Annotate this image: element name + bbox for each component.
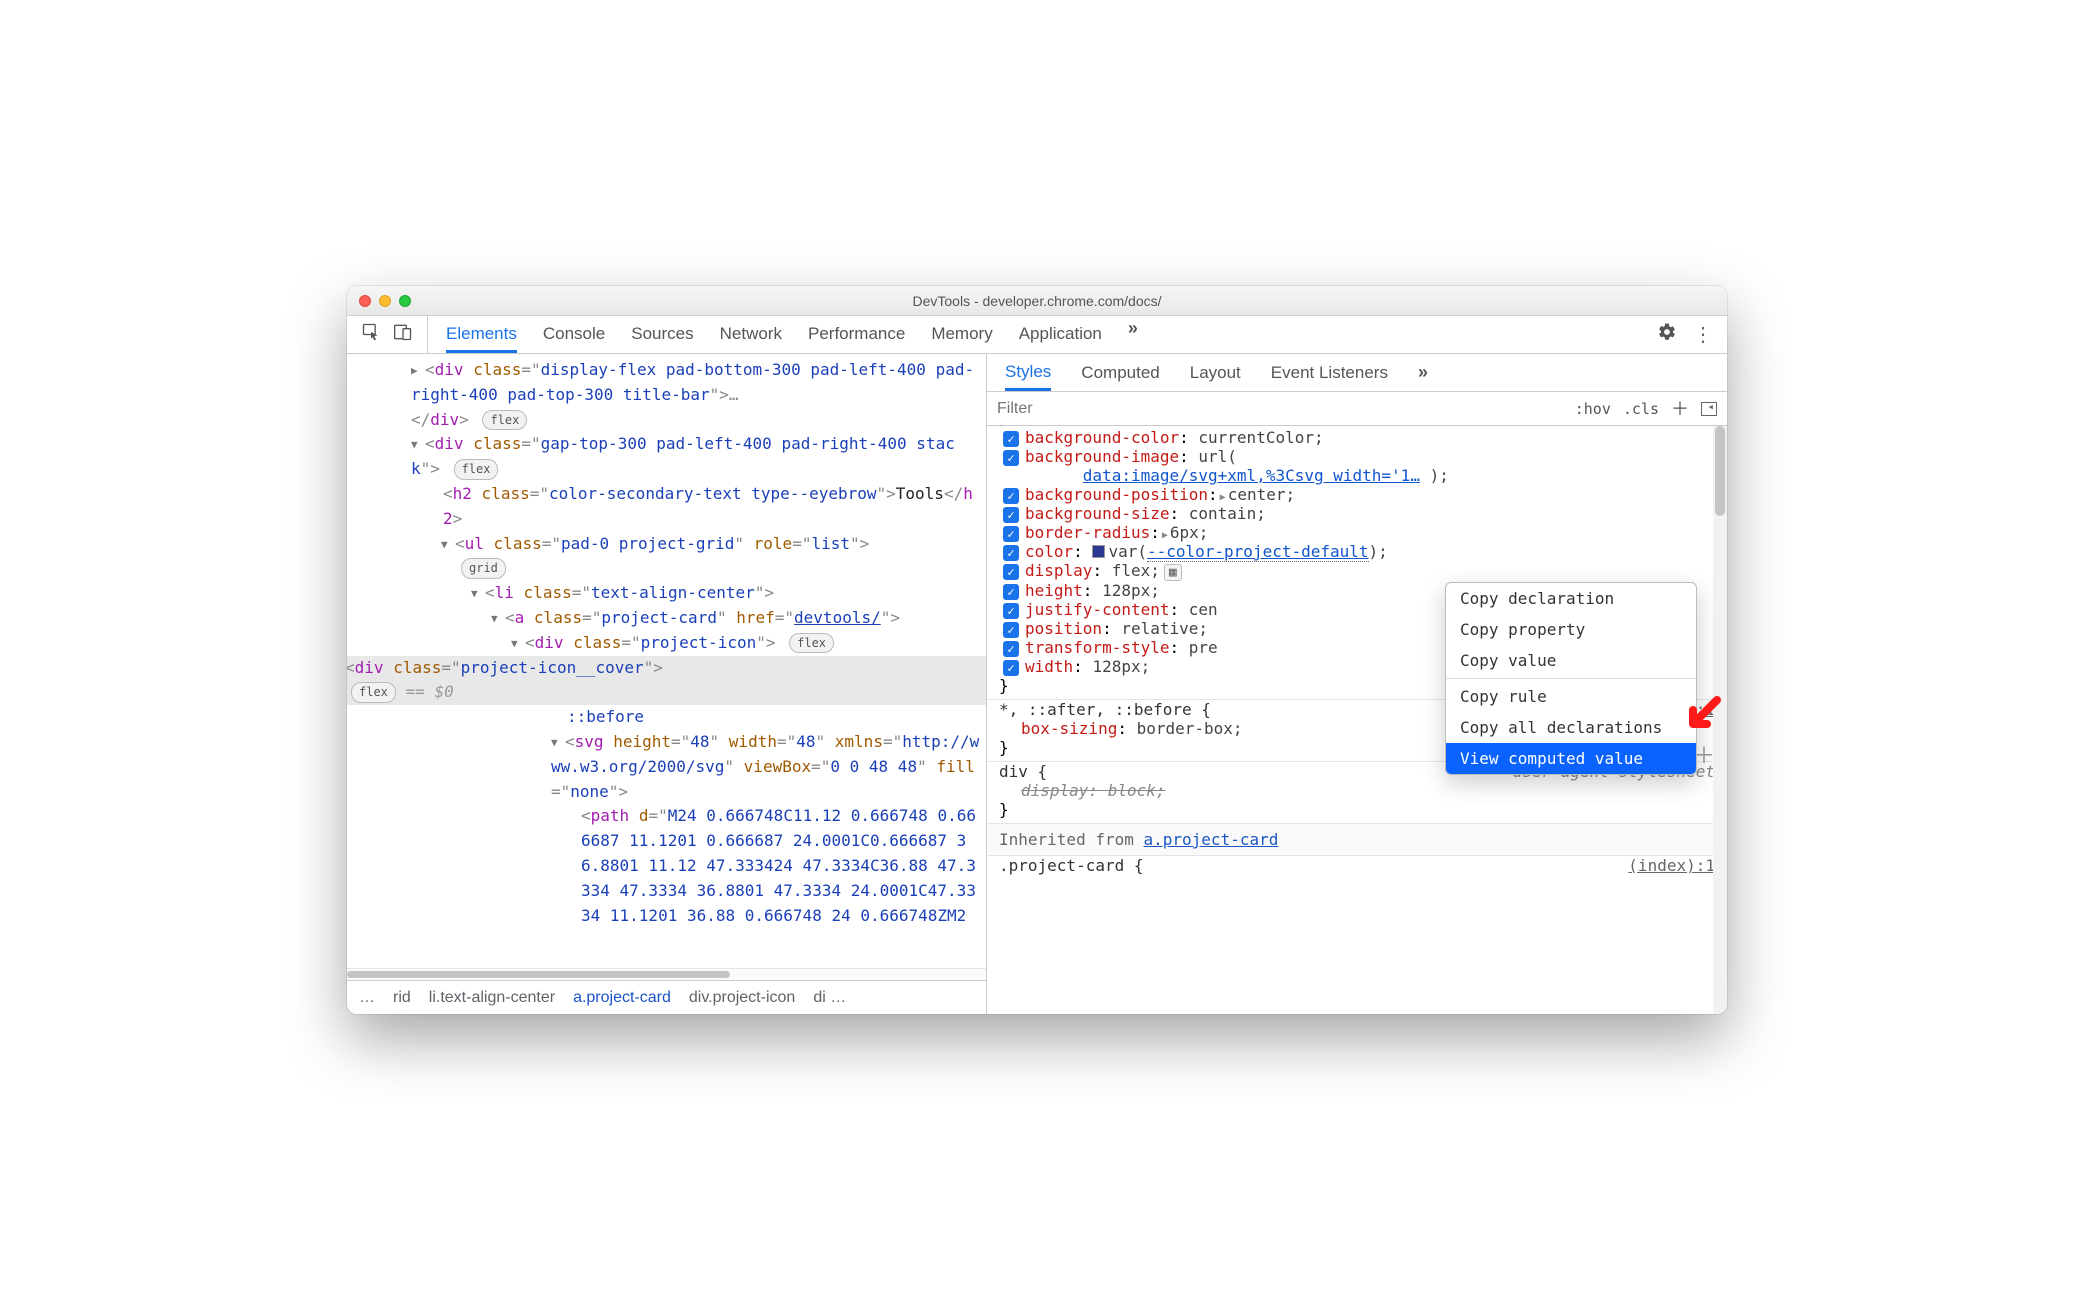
enable-checkbox[interactable] [1003,526,1019,542]
breadcrumb-item[interactable]: … [359,989,375,1007]
tab-computed[interactable]: Computed [1081,357,1159,389]
ctx-copy-rule[interactable]: Copy rule [1446,681,1696,712]
devtools-window: DevTools - developer.chrome.com/docs/ El… [347,286,1727,1014]
breadcrumb[interactable]: … rid li.text-align-center a.project-car… [347,980,986,1014]
breadcrumb-item[interactable]: di … [813,989,846,1007]
ctx-copy-declaration[interactable]: Copy declaration [1446,583,1696,614]
device-toolbar-icon[interactable] [393,322,413,347]
dom-node[interactable]: ▼<svg height="48" width="48" xmlns="http… [363,730,980,804]
breadcrumb-item[interactable]: div.project-icon [689,989,795,1007]
enable-checkbox[interactable] [1003,450,1019,466]
dom-pseudo[interactable]: ::before [363,705,980,730]
css-declaration[interactable]: display: block; [999,781,1715,800]
breadcrumb-item[interactable]: rid [393,989,411,1007]
css-declaration[interactable]: background-color: currentColor; [999,428,1715,447]
tab-sources[interactable]: Sources [631,318,693,352]
dom-node-selected-meta: flex == $0 [347,680,986,705]
horizontal-scrollbar-thumb[interactable] [347,971,730,978]
dom-node[interactable]: ▼<div class="gap-top-300 pad-left-400 pa… [363,432,980,482]
titlebar: DevTools - developer.chrome.com/docs/ [347,286,1727,316]
inspect-element-icon[interactable] [361,322,381,347]
dom-tree[interactable]: ▶<div class="display-flex pad-bottom-300… [347,354,986,968]
kebab-menu-icon[interactable]: ⋮ [1693,322,1713,347]
settings-icon[interactable] [1657,322,1677,347]
rule-selector[interactable]: *, ::after, ::before { [999,700,1211,719]
ctx-copy-all-declarations[interactable]: Copy all declarations [1446,712,1696,743]
dom-node[interactable]: ▼<a class="project-card" href="devtools/… [363,606,980,631]
tab-network[interactable]: Network [720,318,782,352]
vertical-scrollbar-thumb[interactable] [1715,426,1725,516]
elements-panel: ▶<div class="display-flex pad-bottom-300… [347,354,987,1014]
enable-checkbox[interactable] [1003,545,1019,561]
enable-checkbox[interactable] [1003,641,1019,657]
tab-performance[interactable]: Performance [808,318,905,352]
horizontal-scrollbar[interactable] [347,968,986,980]
inherited-from-header: Inherited from a.project-card [987,824,1727,856]
enable-checkbox[interactable] [1003,660,1019,676]
dom-node[interactable]: ▼<li class="text-align-center"> [363,581,980,606]
main-toolbar: Elements Console Sources Network Perform… [347,316,1727,354]
enable-checkbox[interactable] [1003,584,1019,600]
dom-node-selected[interactable]: ⋯ ▼<div class="project-icon__cover"> [347,656,986,681]
ctx-separator [1446,678,1696,679]
flex-badge[interactable]: flex [351,682,396,703]
breadcrumb-item[interactable]: li.text-align-center [429,989,555,1007]
enable-checkbox[interactable] [1003,431,1019,447]
enable-checkbox[interactable] [1003,622,1019,638]
css-declaration[interactable]: color: var(--color-project-default); [999,542,1715,561]
new-rule-button[interactable]: ＋ [1671,395,1689,421]
dom-node-close[interactable]: </div> flex [363,408,980,433]
dom-node[interactable]: ▼<div class="project-icon"> flex [363,631,980,656]
flex-editor-icon[interactable]: ▦ [1164,564,1182,581]
color-swatch[interactable] [1092,545,1105,558]
dom-node[interactable]: ▼<ul class="pad-0 project-grid" role="li… [363,532,980,557]
css-declaration[interactable]: display: flex;▦ [999,561,1715,581]
rule-close: } [999,800,1715,819]
toggle-sidebar-icon[interactable] [1701,402,1717,416]
css-declaration[interactable]: border-radius:▶6px; [999,523,1715,542]
rule-selector[interactable]: div { [999,762,1047,781]
rule-selector[interactable]: .project-card { [999,856,1144,875]
ctx-view-computed-value[interactable]: View computed value [1446,743,1696,774]
more-side-tabs-button[interactable]: » [1418,362,1428,383]
context-menu: Copy declaration Copy property Copy valu… [1445,582,1697,775]
hov-toggle[interactable]: :hov [1575,400,1611,418]
dom-node[interactable]: <h2 class="color-secondary-text type--ey… [363,482,980,532]
tab-layout[interactable]: Layout [1190,357,1241,389]
more-tabs-button[interactable]: » [1128,318,1138,352]
enable-checkbox[interactable] [1003,507,1019,523]
vertical-scrollbar[interactable] [1713,426,1727,1014]
tab-console[interactable]: Console [543,318,605,352]
ctx-copy-value[interactable]: Copy value [1446,645,1696,676]
dom-node[interactable]: <path d="M24 0.666748C11.12 0.666748 0.6… [363,804,980,928]
breadcrumb-item[interactable]: a.project-card [573,989,671,1007]
tab-elements[interactable]: Elements [446,318,517,353]
css-declaration[interactable]: background-image: url( data:image/svg+xm… [999,447,1715,485]
grid-badge[interactable]: grid [461,558,506,579]
flex-badge[interactable]: flex [454,459,499,480]
flex-badge[interactable]: flex [482,410,527,431]
tab-memory[interactable]: Memory [931,318,992,352]
dom-node[interactable]: ▶<div class="display-flex pad-bottom-300… [363,358,980,408]
dollar-zero-hint: == $0 [406,682,454,701]
cls-toggle[interactable]: .cls [1623,400,1659,418]
styles-panel: Styles Computed Layout Event Listeners »… [987,354,1727,1014]
flex-badge[interactable]: flex [789,633,834,654]
tab-application[interactable]: Application [1019,318,1102,352]
ctx-copy-property[interactable]: Copy property [1446,614,1696,645]
tab-styles[interactable]: Styles [1005,356,1051,391]
window-title: DevTools - developer.chrome.com/docs/ [347,293,1727,309]
enable-checkbox[interactable] [1003,564,1019,580]
css-declaration[interactable]: background-size: contain; [999,504,1715,523]
rule-origin-link[interactable]: (index):1 [1628,856,1715,875]
css-declaration[interactable]: background-position:▶center; [999,485,1715,504]
enable-checkbox[interactable] [1003,603,1019,619]
inherited-selector-link[interactable]: a.project-card [1144,830,1279,849]
enable-checkbox[interactable] [1003,488,1019,504]
dom-badge-row: grid [363,556,980,581]
styles-filter-input[interactable] [987,400,1575,418]
styles-body[interactable]: background-color: currentColor; backgrou… [987,426,1727,1014]
tab-event-listeners[interactable]: Event Listeners [1271,357,1388,389]
